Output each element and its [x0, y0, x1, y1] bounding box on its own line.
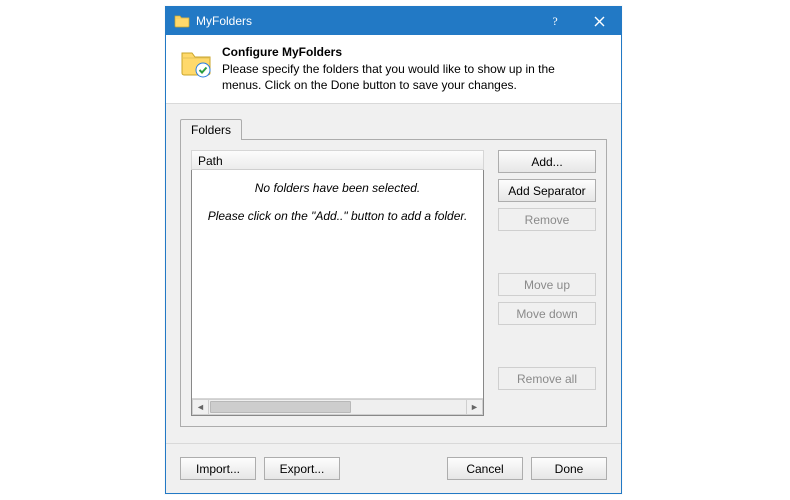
column-header-path[interactable]: Path: [191, 150, 484, 170]
remove-button[interactable]: Remove: [498, 208, 596, 231]
folder-list-area: Path No folders have been selected. Plea…: [191, 150, 484, 416]
empty-placeholder: No folders have been selected. Please cl…: [192, 178, 483, 227]
help-button[interactable]: ?: [533, 7, 577, 35]
scroll-track[interactable]: [209, 399, 466, 415]
scroll-thumb[interactable]: [210, 401, 351, 413]
export-button[interactable]: Export...: [264, 457, 340, 480]
body: Folders Path No folders have been select…: [166, 104, 621, 427]
horizontal-scrollbar[interactable]: ◄ ►: [192, 398, 483, 415]
close-button[interactable]: [577, 7, 621, 35]
svg-text:?: ?: [552, 15, 557, 27]
window: MyFolders ? Configure MyFolders Please: [165, 6, 622, 494]
scroll-right-icon[interactable]: ►: [466, 399, 483, 415]
titlebar[interactable]: MyFolders ?: [166, 7, 621, 35]
done-button[interactable]: Done: [531, 457, 607, 480]
import-button[interactable]: Import...: [180, 457, 256, 480]
move-up-button[interactable]: Move up: [498, 273, 596, 296]
side-buttons: Add... Add Separator Remove Move up Move…: [498, 150, 596, 416]
header-title: Configure MyFolders: [222, 45, 592, 59]
folder-listbox[interactable]: No folders have been selected. Please cl…: [191, 170, 484, 416]
placeholder-line-2: Please click on the "Add.." button to ad…: [192, 206, 483, 228]
add-button[interactable]: Add...: [498, 150, 596, 173]
placeholder-line-1: No folders have been selected.: [192, 178, 483, 200]
move-down-button[interactable]: Move down: [498, 302, 596, 325]
tabstrip: Folders: [180, 118, 607, 139]
header-folder-check-icon: [180, 47, 212, 79]
app-folder-icon: [174, 13, 190, 29]
scroll-left-icon[interactable]: ◄: [192, 399, 209, 415]
tab-folders[interactable]: Folders: [180, 119, 242, 140]
remove-all-button[interactable]: Remove all: [498, 367, 596, 390]
add-separator-button[interactable]: Add Separator: [498, 179, 596, 202]
tab-panel-folders: Path No folders have been selected. Plea…: [180, 139, 607, 427]
footer: Import... Export... Cancel Done: [166, 443, 621, 493]
cancel-button[interactable]: Cancel: [447, 457, 523, 480]
header-description: Please specify the folders that you woul…: [222, 61, 592, 93]
window-title: MyFolders: [196, 14, 252, 28]
header: Configure MyFolders Please specify the f…: [166, 35, 621, 104]
